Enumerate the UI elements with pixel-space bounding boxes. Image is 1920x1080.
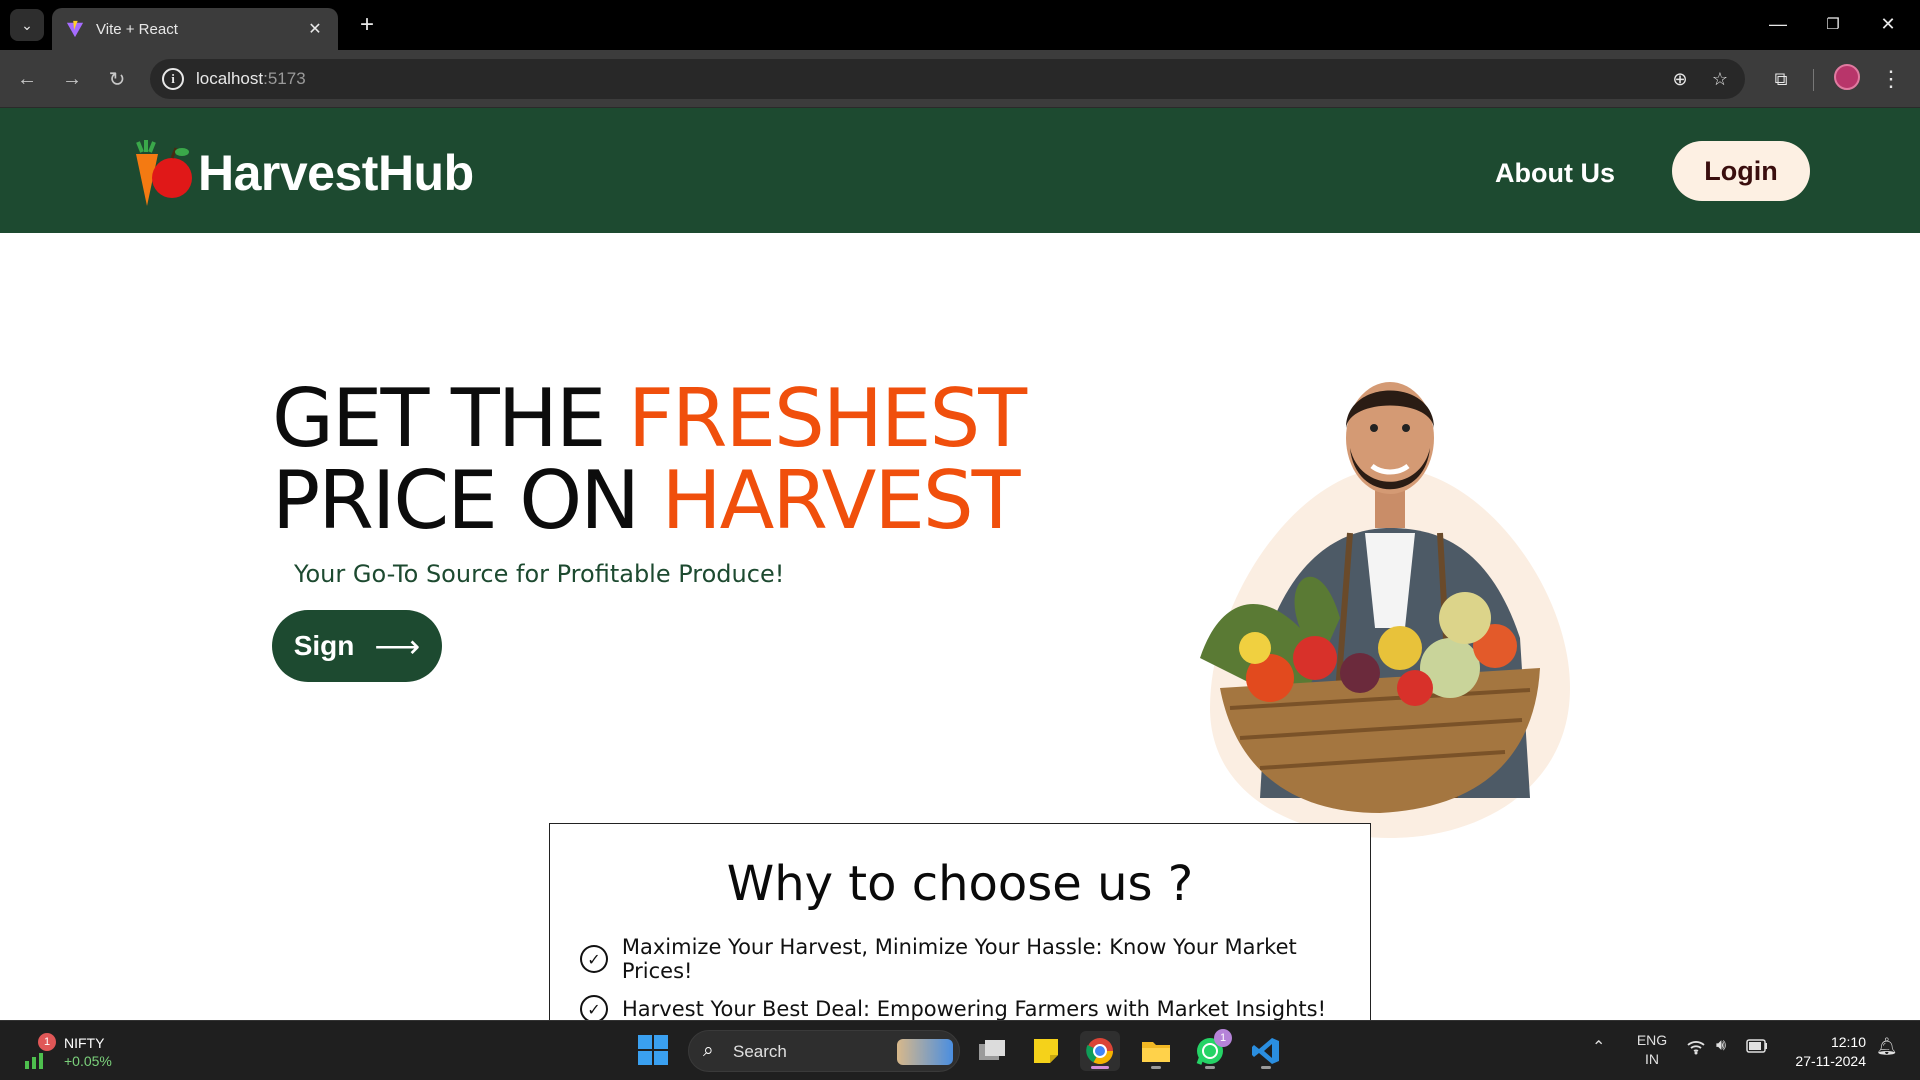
tab-title: Vite + React bbox=[96, 20, 178, 38]
chrome-taskbar-icon[interactable] bbox=[1080, 1031, 1120, 1071]
site-header: HarvestHub About Us Login bbox=[0, 108, 1920, 233]
hero-line-1: GET THE FRESHEST bbox=[272, 372, 1027, 465]
toolbar-separator bbox=[1813, 69, 1814, 91]
whatsapp-badge: 1 bbox=[1214, 1029, 1232, 1047]
why-choose-us-title: Why to choose us ? bbox=[726, 856, 1194, 912]
running-indicator bbox=[1261, 1066, 1271, 1069]
windows-start-icon[interactable] bbox=[638, 1035, 668, 1065]
why-item: ✓ Harvest Your Best Deal: Empowering Far… bbox=[580, 994, 1326, 1020]
window-close-button[interactable]: ✕ bbox=[1868, 8, 1908, 40]
whatsapp-icon[interactable]: 1 bbox=[1190, 1029, 1232, 1071]
browser-tab-strip: ⌄ Vite + React ✕ + — ❐ ✕ bbox=[0, 0, 1920, 50]
restore-button[interactable]: ❐ bbox=[1813, 8, 1853, 40]
why-item-text: Harvest Your Best Deal: Empowering Farme… bbox=[622, 997, 1327, 1020]
new-tab-button[interactable]: + bbox=[352, 10, 382, 40]
why-choose-us-card: Why to choose us ? ✓ Maximize Your Harve… bbox=[549, 823, 1371, 1020]
brand-name[interactable]: HarvestHub bbox=[198, 144, 474, 202]
vite-logo-icon bbox=[66, 20, 84, 38]
login-button[interactable]: Login bbox=[1672, 141, 1810, 201]
why-item: ✓ Maximize Your Harvest, Minimize Your H… bbox=[580, 935, 1370, 983]
sticky-notes-icon[interactable] bbox=[1026, 1031, 1066, 1071]
taskbar-search[interactable]: ⌕ Search bbox=[688, 1030, 960, 1072]
url-text: localhost:5173 bbox=[196, 69, 306, 88]
chevron-up-icon[interactable]: ⌃ bbox=[1592, 1037, 1605, 1057]
browser-menu-icon[interactable]: ⋮ bbox=[1876, 64, 1906, 94]
check-circle-icon: ✓ bbox=[580, 945, 608, 973]
vscode-icon[interactable] bbox=[1246, 1031, 1286, 1071]
stock-chart-icon bbox=[25, 1053, 43, 1069]
task-view-icon[interactable] bbox=[972, 1031, 1012, 1071]
stocks-widget[interactable]: 1 NIFTY +0.05% bbox=[24, 1033, 144, 1073]
notification-bell-icon[interactable]: 🔔︎ bbox=[1876, 1037, 1898, 1057]
carrot-apple-logo-icon[interactable] bbox=[132, 138, 196, 208]
search-highlight-image bbox=[897, 1039, 953, 1065]
address-bar[interactable]: i localhost:5173 ⊕ ☆ bbox=[150, 59, 1745, 99]
battery-icon[interactable] bbox=[1746, 1039, 1768, 1056]
hero-heading: GET THE FRESHEST PRICE ON HARVEST bbox=[272, 378, 1032, 542]
browser-toolbar: ← → ↻ i localhost:5173 ⊕ ☆ ⧉ ⋮ bbox=[0, 50, 1920, 108]
profile-avatar[interactable] bbox=[1834, 64, 1860, 90]
wifi-icon[interactable] bbox=[1686, 1039, 1706, 1058]
zoom-icon[interactable]: ⊕ bbox=[1667, 66, 1693, 92]
running-indicator bbox=[1205, 1066, 1215, 1069]
bookmark-star-icon[interactable]: ☆ bbox=[1707, 66, 1733, 92]
forward-arrow-icon[interactable]: → bbox=[57, 64, 87, 94]
extensions-puzzle-icon[interactable]: ⧉ bbox=[1766, 64, 1796, 94]
running-indicator bbox=[1091, 1066, 1109, 1069]
why-item-text: Maximize Your Harvest, Minimize Your Has… bbox=[621, 935, 1297, 983]
nav-about-us-link[interactable]: About Us bbox=[1495, 158, 1615, 189]
sign-button-label: Sign bbox=[293, 630, 355, 661]
tab-search-button[interactable]: ⌄ bbox=[10, 9, 44, 41]
language-indicator[interactable]: ENG IN bbox=[1634, 1031, 1670, 1069]
volume-icon[interactable]: 🔊︎ bbox=[1716, 1037, 1726, 1055]
sign-button[interactable]: Sign ⟶ bbox=[272, 610, 442, 682]
running-indicator bbox=[1151, 1066, 1161, 1069]
web-page: HarvestHub About Us Login GET THE FRESHE… bbox=[0, 108, 1920, 1020]
back-arrow-icon[interactable]: ← bbox=[12, 64, 42, 94]
site-info-icon[interactable]: i bbox=[162, 68, 184, 90]
file-explorer-icon[interactable] bbox=[1136, 1031, 1176, 1071]
widget-name: NIFTY bbox=[64, 1035, 105, 1051]
browser-tab-active[interactable]: Vite + React ✕ bbox=[52, 8, 338, 50]
clock-date: 27-11-2024 bbox=[1795, 1053, 1866, 1069]
windows-taskbar: 1 NIFTY +0.05% ⌕ Search 1 ⌃ ENG IN 🔊︎ 12… bbox=[0, 1020, 1920, 1080]
reload-icon[interactable]: ↻ bbox=[102, 64, 132, 94]
clock-time: 12:10 bbox=[1830, 1034, 1866, 1050]
check-circle-icon: ✓ bbox=[580, 995, 608, 1020]
farmer-with-vegetable-basket-image bbox=[1200, 382, 1570, 838]
minimize-button[interactable]: — bbox=[1758, 8, 1798, 40]
hero-line-2: PRICE ON HARVEST bbox=[272, 454, 1021, 547]
widget-badge: 1 bbox=[38, 1033, 56, 1051]
arrow-right-icon: ⟶ bbox=[374, 628, 421, 664]
widget-change: +0.05% bbox=[64, 1053, 112, 1069]
system-clock[interactable]: 12:10 27-11-2024 bbox=[1786, 1033, 1866, 1071]
tab-close-icon[interactable]: ✕ bbox=[306, 19, 324, 39]
hero-tagline: Your Go-To Source for Profitable Produce… bbox=[294, 560, 785, 588]
chevron-down-icon: ⌄ bbox=[21, 16, 33, 33]
search-icon: ⌕ bbox=[703, 1040, 714, 1061]
taskbar-search-label: Search bbox=[733, 1042, 787, 1061]
